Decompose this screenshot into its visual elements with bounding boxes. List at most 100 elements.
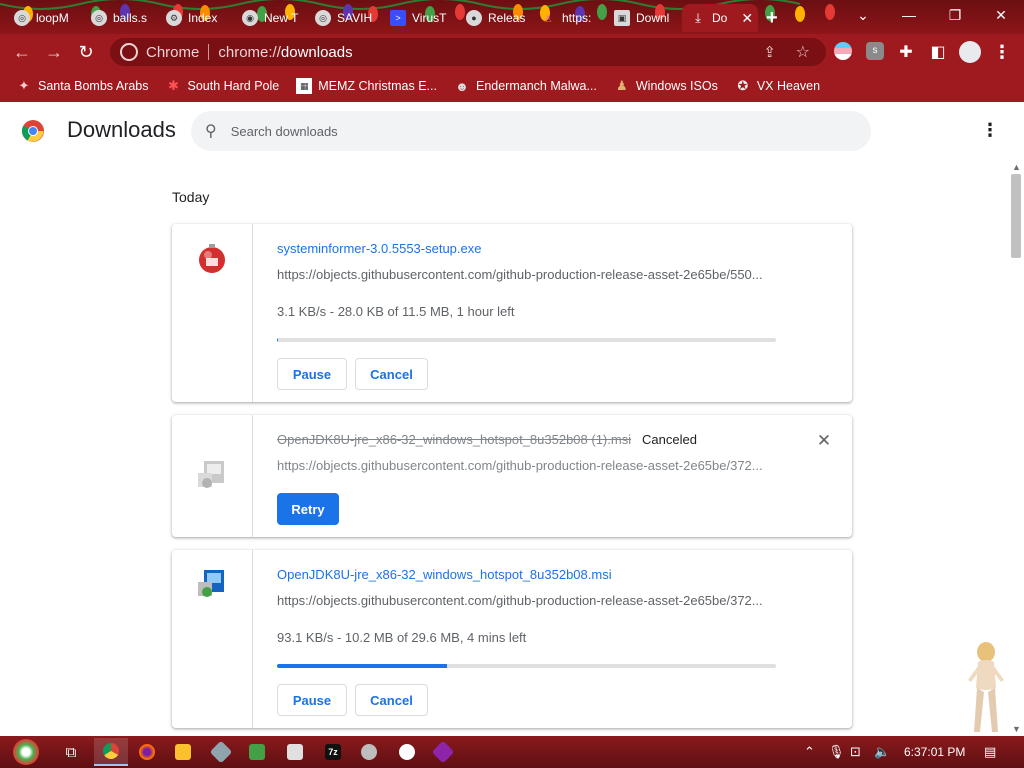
taskbar-app[interactable] bbox=[240, 738, 274, 766]
taskbar-clock[interactable]: 6:37:01 PM bbox=[904, 745, 965, 759]
new-tab-button[interactable]: + bbox=[766, 4, 788, 32]
tab-downloads-1[interactable]: ▣ Downl bbox=[614, 4, 676, 32]
start-button[interactable] bbox=[6, 738, 46, 766]
reload-icon[interactable]: ↻ bbox=[74, 40, 98, 64]
bookmark-south-hard-pole[interactable]: ✱ South Hard Pole bbox=[165, 78, 279, 94]
taskbar-app[interactable] bbox=[426, 738, 460, 766]
pause-button[interactable]: Pause bbox=[277, 358, 347, 390]
tab-loopm[interactable]: ◎ loopM bbox=[14, 4, 78, 32]
bookmark-santa-bombs-arabs[interactable]: ✦ Santa Bombs Arabs bbox=[16, 78, 149, 94]
close-window-button[interactable]: ✕ bbox=[978, 0, 1024, 30]
app-icon bbox=[431, 740, 455, 764]
microphone-icon[interactable]: 🎙 bbox=[828, 744, 845, 760]
vx-icon: ✪ bbox=[737, 78, 749, 93]
scroll-up-arrow-icon[interactable]: ▲ bbox=[1012, 162, 1021, 172]
chrome-logo-icon bbox=[22, 120, 44, 142]
s-extension-icon[interactable]: s bbox=[866, 42, 884, 60]
cancel-button[interactable]: Cancel bbox=[355, 684, 428, 716]
tab-strip: ◎ loopM ◎ balls.s ⚙ Index ◉ New T ◎ SAVI… bbox=[0, 0, 1024, 34]
scrollbar-thumb[interactable] bbox=[1011, 174, 1021, 258]
file-url[interactable]: https://objects.githubusercontent.com/gi… bbox=[277, 593, 763, 608]
minimize-button[interactable]: — bbox=[886, 0, 932, 30]
canceled-status: Canceled bbox=[642, 432, 697, 447]
tab-balls[interactable]: ◎ balls.s bbox=[91, 4, 153, 32]
url-scheme: chrome:// bbox=[218, 43, 281, 61]
profile-flag-extension-icon[interactable] bbox=[834, 42, 852, 60]
bookmark-endermanch-malware[interactable]: ☻ Endermanch Malwa... bbox=[454, 78, 597, 94]
bookmark-vx-heaven[interactable]: ✪ VX Heaven bbox=[735, 78, 820, 94]
tab-https[interactable]: △ https: bbox=[540, 4, 602, 32]
more-actions-icon[interactable]: ⋮ bbox=[980, 120, 1000, 140]
taskbar-chrome[interactable] bbox=[94, 738, 128, 766]
task-view-button[interactable]: ⧉ bbox=[54, 738, 88, 766]
retry-button[interactable]: Retry bbox=[277, 493, 339, 525]
scroll-down-arrow-icon[interactable]: ▼ bbox=[1012, 724, 1021, 734]
tab-label: https: bbox=[562, 11, 592, 25]
taskbar-app[interactable] bbox=[278, 738, 312, 766]
file-url[interactable]: https://objects.githubusercontent.com/gi… bbox=[277, 458, 763, 473]
taskbar-app[interactable] bbox=[352, 738, 386, 766]
progress-description: 3.1 KB/s - 28.0 KB of 11.5 MB, 1 hour le… bbox=[277, 304, 515, 319]
profile-avatar-icon[interactable] bbox=[958, 40, 982, 64]
taskbar-app[interactable] bbox=[390, 738, 424, 766]
notifications-icon[interactable]: ▤ bbox=[984, 744, 996, 760]
windows-taskbar: ⧉ 7z ⌃ 🎙 ⊡ 🔈 6:37:01 PM ▤ bbox=[0, 736, 1024, 768]
tab-downloads-active[interactable]: ⤓ Do ✕ bbox=[682, 4, 758, 32]
file-icon-column bbox=[172, 224, 253, 402]
volume-icon[interactable]: 🔈 bbox=[874, 744, 890, 760]
pause-button[interactable]: Pause bbox=[277, 684, 347, 716]
tab-savih[interactable]: ◎ SAVIH bbox=[315, 4, 377, 32]
network-icon[interactable]: ⊡ bbox=[850, 744, 861, 760]
omnibox-divider bbox=[208, 44, 210, 60]
share-icon[interactable]: ⇪ bbox=[763, 43, 776, 61]
search-input[interactable] bbox=[230, 123, 831, 139]
bookmark-star-icon[interactable]: ☆ bbox=[796, 42, 810, 62]
web-icon: △ bbox=[544, 12, 552, 23]
close-tab-icon[interactable]: ✕ bbox=[741, 10, 753, 27]
side-panel-icon[interactable]: ◧ bbox=[926, 40, 950, 64]
extensions-puzzle-icon[interactable]: ✚ bbox=[894, 40, 918, 64]
file-url[interactable]: https://objects.githubusercontent.com/gi… bbox=[277, 267, 763, 282]
tab-label: SAVIH bbox=[337, 11, 373, 25]
tab-label: New T bbox=[264, 11, 299, 25]
tray-overflow-chevron-icon[interactable]: ⌃ bbox=[804, 744, 815, 760]
address-bar[interactable]: Chrome chrome://downloads ⇪ ☆ bbox=[110, 38, 826, 66]
back-icon[interactable]: ← bbox=[10, 40, 34, 64]
bookmark-windows-isos[interactable]: ♟ Windows ISOs bbox=[614, 78, 718, 94]
bookmark-label: Endermanch Malwa... bbox=[475, 79, 597, 93]
forward-icon[interactable]: → bbox=[42, 40, 66, 64]
page-scrollbar[interactable]: ▲ ▼ bbox=[1008, 158, 1024, 736]
tab-virustotal[interactable]: > VirusT bbox=[390, 4, 452, 32]
tab-label: Index bbox=[188, 11, 218, 25]
systeminformer-file-icon bbox=[199, 244, 225, 273]
taskbar-firefox[interactable] bbox=[130, 738, 164, 766]
tab-index[interactable]: ⚙ Index bbox=[166, 4, 228, 32]
remove-from-list-icon[interactable]: ✕ bbox=[814, 431, 834, 451]
progress-bar-fill bbox=[277, 664, 447, 668]
chrome-menu-icon[interactable]: ⋮ bbox=[990, 40, 1014, 64]
download-item: systeminformer-3.0.5553-setup.exe https:… bbox=[172, 224, 852, 402]
file-name-link[interactable]: OpenJDK8U-jre_x86-32_windows_hotspot_8u3… bbox=[277, 567, 612, 582]
search-box[interactable]: ⚲ bbox=[191, 111, 871, 151]
cancel-button[interactable]: Cancel bbox=[355, 358, 428, 390]
web-icon: ◎ bbox=[315, 10, 331, 26]
tab-releases[interactable]: ● Releas bbox=[466, 4, 528, 32]
desktop-character-figure bbox=[968, 642, 1004, 732]
restore-button[interactable]: ❐ bbox=[932, 0, 978, 30]
msi-installer-file-icon bbox=[198, 461, 224, 488]
tab-label: Downl bbox=[636, 11, 670, 25]
bookmark-memz-christmas[interactable]: ▦ MEMZ Christmas E... bbox=[296, 78, 437, 94]
taskbar-app[interactable] bbox=[204, 738, 238, 766]
tab-search-icon[interactable]: ⌄ bbox=[840, 0, 886, 30]
tab-new-tab[interactable]: ◉ New T bbox=[242, 4, 304, 32]
web-icon: ◎ bbox=[14, 10, 30, 26]
bookmark-label: Windows ISOs bbox=[635, 79, 718, 93]
taskbar-7zip[interactable]: 7z bbox=[316, 738, 350, 766]
site-info-icon[interactable] bbox=[120, 43, 138, 61]
bookmark-label: MEMZ Christmas E... bbox=[318, 79, 437, 93]
taskbar-file-explorer[interactable] bbox=[166, 738, 200, 766]
file-name-link[interactable]: systeminformer-3.0.5553-setup.exe bbox=[277, 241, 481, 256]
memz-icon: ▦ bbox=[296, 78, 313, 94]
app-icon bbox=[399, 744, 415, 760]
search-icon: ⚲ bbox=[205, 123, 217, 140]
